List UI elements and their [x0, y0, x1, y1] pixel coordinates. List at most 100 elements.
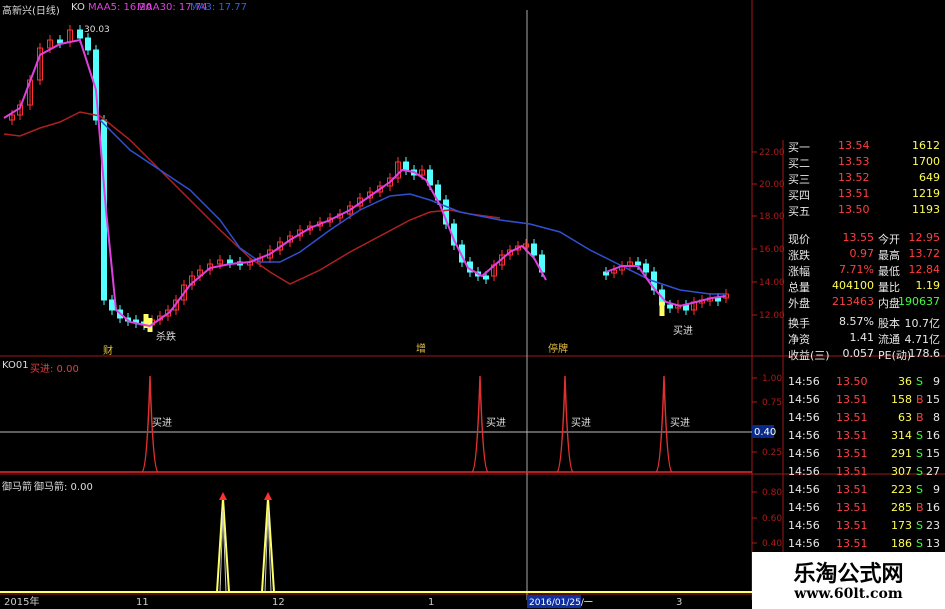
- trade-time: 14:56: [788, 519, 820, 532]
- trade-count: 9: [933, 375, 940, 388]
- ko-y-tick: 1.00: [762, 374, 782, 384]
- candle-body: [77, 29, 83, 39]
- ko-panel-title: KO01: [2, 360, 29, 371]
- trade-volume: 173: [891, 519, 912, 532]
- high-price-marker: 30.03: [84, 25, 110, 35]
- trade-price: 13.51: [836, 519, 868, 532]
- ko-y-axis: 1.00 0.75 0.25: [752, 374, 782, 458]
- stat-value-1: 213463: [832, 295, 874, 308]
- order-price: 13.51: [838, 187, 870, 200]
- order-book-row: 买二 13.53 1700: [784, 154, 942, 170]
- order-book-row: 买三 13.52 649: [784, 170, 942, 186]
- quote-stat-row: 涨幅 7.71% 最低 12.84: [784, 262, 942, 278]
- suspend-annotation: 停牌: [548, 342, 568, 355]
- trade-time: 14:56: [788, 375, 820, 388]
- trade-side: S: [916, 375, 923, 388]
- candle-body: [531, 243, 537, 256]
- ko-panel-sub: 买进: 0.00: [30, 364, 79, 375]
- candle-body: [227, 259, 233, 264]
- trade-side: S: [916, 537, 923, 550]
- trade-time: 14:56: [788, 537, 820, 550]
- third-y-tick: 0.60: [762, 514, 782, 524]
- up-arrow-icon: [264, 492, 272, 500]
- order-volume: 1612: [912, 139, 940, 152]
- stat-value-1: 7.71%: [839, 263, 874, 276]
- ko-buy-label-1: 买进: [152, 417, 172, 429]
- quote-stat-row: 净资 1.41 流通 4.71亿: [784, 330, 942, 346]
- zeng-annotation: 增: [416, 342, 426, 355]
- trade-count: 13: [926, 537, 940, 550]
- stat-value-2: 4.71亿: [904, 333, 941, 346]
- stat-value-2: 1.19: [915, 279, 941, 292]
- main-y-tick: 16.00: [759, 245, 785, 255]
- trade-volume: 291: [891, 447, 912, 460]
- trade-row: 14:56 13.51 186 S 13: [784, 536, 942, 552]
- order-volume: 1193: [912, 203, 940, 216]
- trade-time: 14:56: [788, 447, 820, 460]
- quote-stat-row: 涨跌 0.97 最高 13.72: [784, 246, 942, 262]
- trade-price: 13.51: [836, 447, 868, 460]
- trade-row: 14:56 13.51 291 S 15: [784, 446, 942, 462]
- trade-row: 14:56 13.51 158 B 15: [784, 392, 942, 408]
- stat-value-2: 12.84: [908, 263, 941, 276]
- main-y-tick: 22.00: [759, 148, 785, 158]
- stat-label-1: 换手: [788, 317, 810, 330]
- trade-count: 15: [926, 447, 940, 460]
- order-label: 买一: [788, 141, 810, 154]
- order-price: 13.54: [838, 139, 870, 152]
- trade-side: S: [916, 447, 923, 460]
- stat-label-1: 收益(三): [788, 349, 830, 362]
- stat-value-2: 10.7亿: [904, 317, 941, 330]
- main-y-tick: 18.00: [759, 212, 785, 222]
- trade-count: 8: [933, 411, 940, 424]
- trade-price: 13.51: [836, 393, 868, 406]
- trade-count: 16: [926, 429, 940, 442]
- trade-price: 13.50: [836, 375, 868, 388]
- x-label-12: 12: [272, 597, 285, 608]
- trade-price: 13.51: [836, 411, 868, 424]
- ko-signal-spikes: [0, 375, 752, 473]
- stat-label-2: 量比: [878, 281, 900, 294]
- stat-label-2: 最高: [878, 249, 900, 262]
- watermark: 乐淘公式网 www.60lt.com: [752, 552, 945, 609]
- candle-body: [483, 275, 489, 280]
- signal-candle: [659, 302, 665, 316]
- order-price: 13.52: [838, 171, 870, 184]
- trade-side: S: [916, 483, 923, 496]
- candlestick-series: [9, 25, 729, 332]
- x-label-1: 1: [428, 597, 434, 608]
- trade-count: 27: [926, 465, 940, 478]
- third-panel-title: 御马箭: [2, 482, 32, 493]
- trade-price: 13.51: [836, 501, 868, 514]
- quote-stat-row: 总量 404100 量比 1.19: [784, 278, 942, 294]
- sell-annotation: 杀跌: [156, 330, 176, 343]
- ko-y-tick: 0.25: [762, 448, 782, 458]
- trade-row: 14:56 13.51 173 S 23: [784, 518, 942, 534]
- stat-label-2: 今开: [878, 233, 900, 246]
- stat-value-1: 0.97: [849, 247, 875, 260]
- candle-body: [715, 297, 721, 302]
- trade-volume: 223: [891, 483, 912, 496]
- trade-side: B: [916, 501, 924, 514]
- watermark-title: 乐淘公式网: [793, 561, 904, 587]
- trade-side: S: [916, 429, 923, 442]
- ko-buy-label-2: 买进: [486, 417, 506, 429]
- trade-volume: 307: [891, 465, 912, 478]
- trade-volume: 36: [898, 375, 912, 388]
- stat-value-1: 0.057: [842, 347, 875, 360]
- trade-price: 13.51: [836, 429, 868, 442]
- order-book-row: 买四 13.51 1219: [784, 186, 942, 202]
- trade-volume: 158: [891, 393, 912, 406]
- quote-stat-row: 换手 8.57% 股本 10.7亿: [784, 314, 942, 330]
- stat-label-1: 涨跌: [788, 249, 810, 262]
- ko-current-value: 0.40: [754, 427, 776, 438]
- x-axis: 2015年 11 12 1 2016/01/25/一 3: [4, 595, 682, 608]
- stat-label-2: PE(动): [878, 349, 912, 362]
- candle-body: [635, 261, 641, 266]
- trade-time: 14:56: [788, 501, 820, 514]
- ko-y-tick: 0.75: [762, 398, 782, 408]
- candle-body: [603, 271, 609, 276]
- x-label-11: 11: [136, 597, 149, 608]
- x-label-cursor-date: 2016/01/25/一: [529, 598, 593, 608]
- trade-time: 14:56: [788, 429, 820, 442]
